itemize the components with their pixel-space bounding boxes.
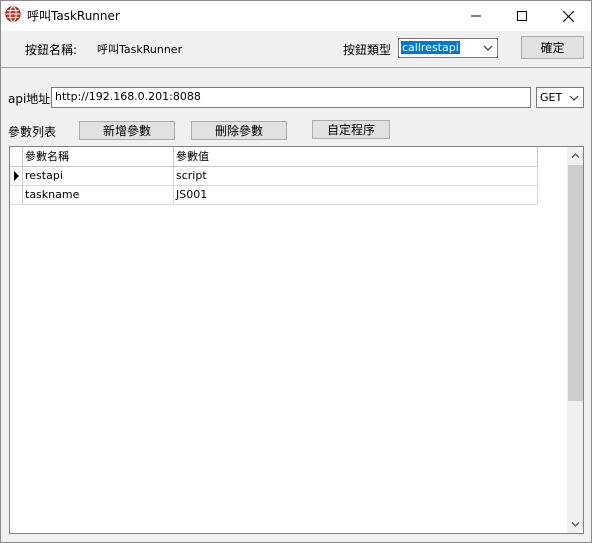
row-header[interactable] — [10, 186, 23, 204]
button-name-label: 按鈕名稱: — [25, 43, 78, 57]
param-value-cell[interactable]: script — [174, 167, 538, 185]
globe-icon — [5, 6, 21, 22]
custom-procedure-button[interactable]: 自定程序 — [312, 120, 390, 139]
scroll-thumb[interactable] — [568, 165, 583, 401]
scroll-down-button[interactable] — [567, 516, 583, 533]
grid-canvas: 參數名稱 參數值 restapi script taskname JS001 — [10, 147, 567, 533]
delete-param-button[interactable]: 刪除參數 — [191, 121, 287, 140]
http-method-select[interactable]: GET — [536, 87, 584, 108]
api-label: api地址 — [8, 92, 51, 106]
column-header-value[interactable]: 參數值 — [174, 147, 538, 166]
table-row[interactable]: taskname JS001 — [10, 186, 538, 205]
minimize-button[interactable] — [453, 1, 499, 31]
params-grid[interactable]: 參數名稱 參數值 restapi script taskname JS001 — [9, 146, 584, 534]
add-param-button[interactable]: 新增參數 — [79, 121, 175, 140]
column-header-name[interactable]: 參數名稱 — [23, 147, 174, 166]
button-type-value: callrestapi — [401, 41, 460, 54]
chevron-up-icon — [571, 153, 580, 158]
grid-corner — [10, 147, 23, 166]
chevron-down-icon — [568, 92, 580, 104]
button-type-select[interactable]: callrestapi — [398, 38, 498, 58]
api-url-value: http://192.168.0.201:8088 — [55, 90, 201, 103]
grid-header: 參數名稱 參數值 — [10, 147, 538, 167]
param-name-cell[interactable]: restapi — [23, 167, 174, 185]
table-row[interactable]: restapi script — [10, 167, 538, 186]
maximize-button[interactable] — [499, 1, 545, 31]
chevron-down-icon — [482, 42, 494, 54]
param-name-cell[interactable]: taskname — [23, 186, 174, 204]
api-url-input[interactable]: http://192.168.0.201:8088 — [51, 87, 531, 108]
minimize-icon — [471, 15, 481, 17]
ok-button[interactable]: 確定 — [521, 36, 584, 59]
close-icon — [562, 10, 574, 22]
button-type-label: 按鈕類型 — [343, 43, 392, 57]
window-title: 呼叫TaskRunner — [27, 9, 120, 23]
maximize-icon — [517, 11, 527, 21]
scroll-up-button[interactable] — [567, 147, 583, 164]
param-value-cell[interactable]: JS001 — [174, 186, 538, 204]
close-button[interactable] — [545, 1, 591, 31]
main-window: 呼叫TaskRunner 按鈕名稱: 呼叫TaskRunner 按鈕類型 cal… — [0, 0, 592, 543]
current-row-icon — [14, 171, 19, 181]
http-method-value: GET — [540, 91, 563, 104]
params-label: 參數列表 — [8, 125, 57, 139]
vertical-scrollbar[interactable] — [567, 147, 583, 533]
chevron-down-icon — [571, 522, 580, 527]
button-name-value: 呼叫TaskRunner — [97, 43, 183, 56]
header-panel: 按鈕名稱: 呼叫TaskRunner 按鈕類型 callrestapi 確定 — [1, 31, 591, 68]
row-header[interactable] — [10, 167, 23, 185]
title-bar[interactable]: 呼叫TaskRunner — [1, 1, 591, 31]
